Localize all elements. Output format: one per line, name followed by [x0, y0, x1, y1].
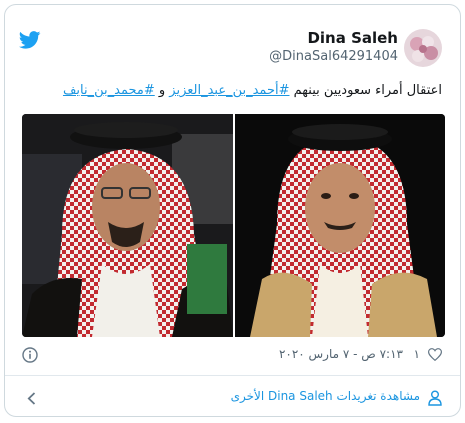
hashtag-link[interactable]: #محمد_بن_نايف [63, 83, 155, 98]
tweet-meta: ٧:١٣ ص - ٧ مارس ٢٠٢٠ ١ [5, 343, 460, 365]
tweet-text-prefix: اعتقال أمراء سعوديين بينهم [289, 83, 442, 98]
author-handle[interactable]: @DinaSal64291404 [269, 48, 398, 66]
hashtag-link[interactable]: #أحمد_بن_عبد_العزيز [169, 83, 289, 98]
author-display-name[interactable]: Dina Saleh [269, 29, 398, 47]
info-icon[interactable] [22, 347, 38, 363]
avatar-image [404, 29, 442, 67]
twitter-bird-icon[interactable] [19, 31, 41, 49]
like-count[interactable]: ١ [414, 347, 420, 361]
chevron-left-icon[interactable] [27, 392, 36, 405]
more-tweets-link[interactable]: مشاهدة تغريدات Dina Saleh الأخرى [5, 376, 460, 416]
more-tweets-label[interactable]: مشاهدة تغريدات Dina Saleh الأخرى [231, 389, 420, 403]
embedded-tweet-card: Dina Saleh @DinaSal64291404 اعتقال أمراء… [4, 4, 461, 417]
heart-icon[interactable] [428, 348, 442, 361]
tweet-photo [22, 114, 445, 337]
person-icon [428, 390, 442, 406]
author-names[interactable]: Dina Saleh @DinaSal64291404 [269, 29, 398, 66]
tweet-timestamp[interactable]: ٧:١٣ ص - ٧ مارس ٢٠٢٠ [279, 347, 403, 361]
tweet-media[interactable] [22, 114, 445, 337]
avatar[interactable] [404, 29, 442, 67]
tweet-text-connector: و [154, 83, 170, 98]
tweet-text: اعتقال أمراء سعوديين بينهم #أحمد_بن_عبد_… [63, 83, 442, 98]
tweet-header: Dina Saleh @DinaSal64291404 [5, 5, 460, 75]
